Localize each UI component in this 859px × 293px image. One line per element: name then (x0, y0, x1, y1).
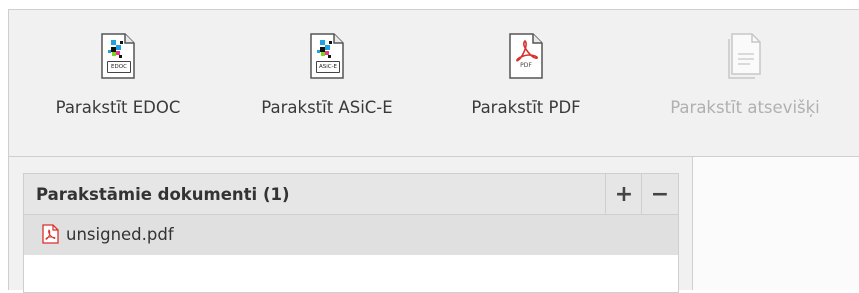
sign-edoc-button[interactable]: EDOC Parakstīt EDOC (43, 32, 193, 150)
pdf-small-icon (42, 224, 59, 248)
add-document-button[interactable]: + (605, 174, 642, 214)
details-area (692, 157, 859, 290)
panel-header: Parakstāmie dokumenti (1) + − (24, 174, 678, 215)
edoc-tag: EDOC (107, 61, 131, 73)
sign-asice-label: Parakstīt ASiC-E (261, 98, 393, 117)
sign-pdf-label: Parakstīt PDF (471, 98, 581, 117)
edoc-file-icon: EDOC (99, 32, 137, 80)
sign-pdf-button[interactable]: PDF Parakstīt PDF (461, 32, 591, 150)
sign-edoc-label: Parakstīt EDOC (55, 98, 181, 117)
asice-file-icon: ASiC-E (308, 32, 346, 80)
documents-panel: Parakstāmie dokumenti (1) + − unsigned.p… (23, 173, 679, 293)
document-name: unsigned.pdf (66, 225, 174, 244)
pdf-file-icon: PDF (507, 32, 545, 80)
plus-icon: + (614, 181, 634, 207)
toolbar: EDOC Parakstīt EDOC ASiC-E Parakstīt ASi… (9, 10, 859, 157)
list-item[interactable]: unsigned.pdf (24, 215, 678, 255)
remove-document-button[interactable]: − (641, 174, 678, 214)
app-window: EDOC Parakstīt EDOC ASiC-E Parakstīt ASi… (8, 9, 859, 293)
sign-separately-button[interactable]: Parakstīt atsevišķi (649, 32, 841, 150)
sign-separately-label: Parakstīt atsevišķi (670, 98, 820, 117)
pdf-tag: PDF (520, 62, 532, 69)
sign-asice-button[interactable]: ASiC-E Parakstīt ASiC-E (247, 32, 407, 150)
splitter[interactable] (679, 157, 691, 290)
minus-icon: − (650, 181, 670, 207)
asice-tag: ASiC-E (316, 61, 340, 73)
panel-title: Parakstāmie dokumenti (1) (36, 185, 290, 204)
document-icon (726, 32, 764, 80)
